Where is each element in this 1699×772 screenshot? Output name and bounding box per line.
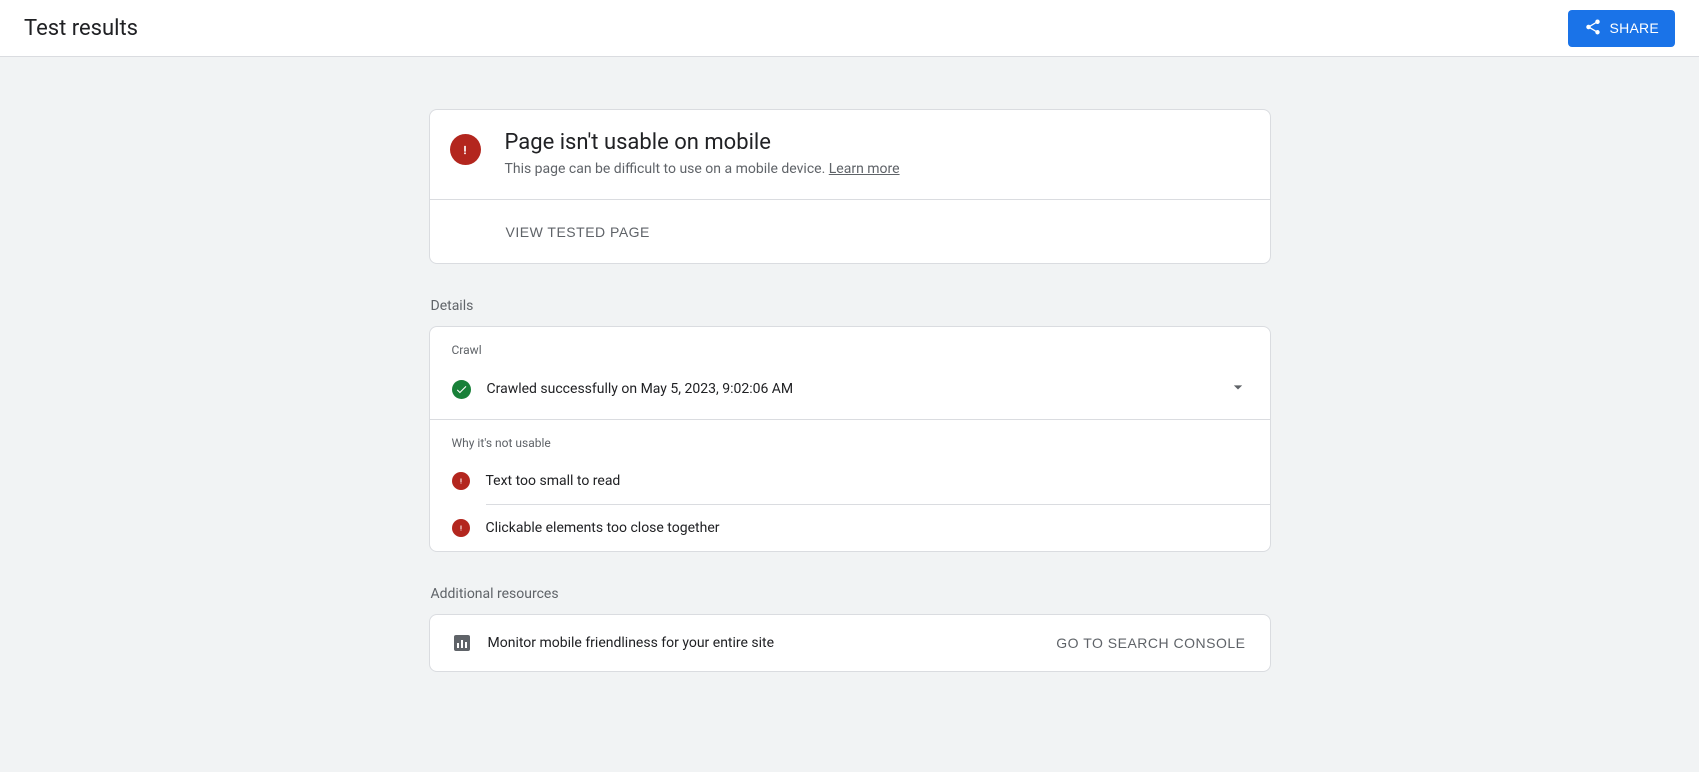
status-subtitle: This page can be difficult to use on a m… — [505, 159, 1250, 179]
learn-more-link[interactable]: Learn more — [829, 161, 900, 177]
share-button-label: Share — [1610, 20, 1659, 36]
check-icon — [452, 380, 471, 399]
details-card: Crawl Crawled successfully on May 5, 202… — [429, 326, 1271, 552]
issue-text: Clickable elements too close together — [486, 520, 720, 536]
resource-card: Monitor mobile friendliness for your ent… — [429, 614, 1271, 672]
view-tested-section: View tested page — [430, 200, 1270, 263]
issue-row: Clickable elements too close together — [430, 505, 1270, 551]
share-icon — [1584, 18, 1602, 39]
resource-text: Monitor mobile friendliness for your ent… — [488, 635, 1057, 651]
go-to-search-console-button[interactable]: Go to Search Console — [1056, 635, 1245, 651]
details-label: Details — [431, 298, 1271, 314]
issue-text: Text too small to read — [486, 473, 621, 489]
chevron-down-icon — [1228, 377, 1248, 401]
error-icon — [450, 134, 481, 165]
status-section: Page isn't usable on mobile This page ca… — [430, 110, 1270, 199]
crawl-text: Crawled successfully on May 5, 2023, 9:0… — [487, 381, 1228, 397]
content-area: Page isn't usable on mobile This page ca… — [0, 57, 1699, 772]
why-not-usable-header: Why it's not usable — [430, 420, 1270, 458]
share-button[interactable]: Share — [1568, 10, 1675, 47]
crawl-header: Crawl — [430, 327, 1270, 365]
error-icon — [452, 472, 470, 490]
error-icon — [452, 519, 470, 537]
analytics-icon — [454, 635, 470, 651]
additional-resources-label: Additional resources — [431, 586, 1271, 602]
status-title: Page isn't usable on mobile — [505, 130, 1250, 155]
view-tested-page-button[interactable]: View tested page — [506, 224, 650, 240]
status-card: Page isn't usable on mobile This page ca… — [429, 109, 1271, 264]
page-title: Test results — [24, 16, 138, 41]
crawl-row[interactable]: Crawled successfully on May 5, 2023, 9:0… — [430, 365, 1270, 419]
issue-row: Text too small to read — [430, 458, 1270, 504]
header-bar: Test results Share — [0, 0, 1699, 57]
